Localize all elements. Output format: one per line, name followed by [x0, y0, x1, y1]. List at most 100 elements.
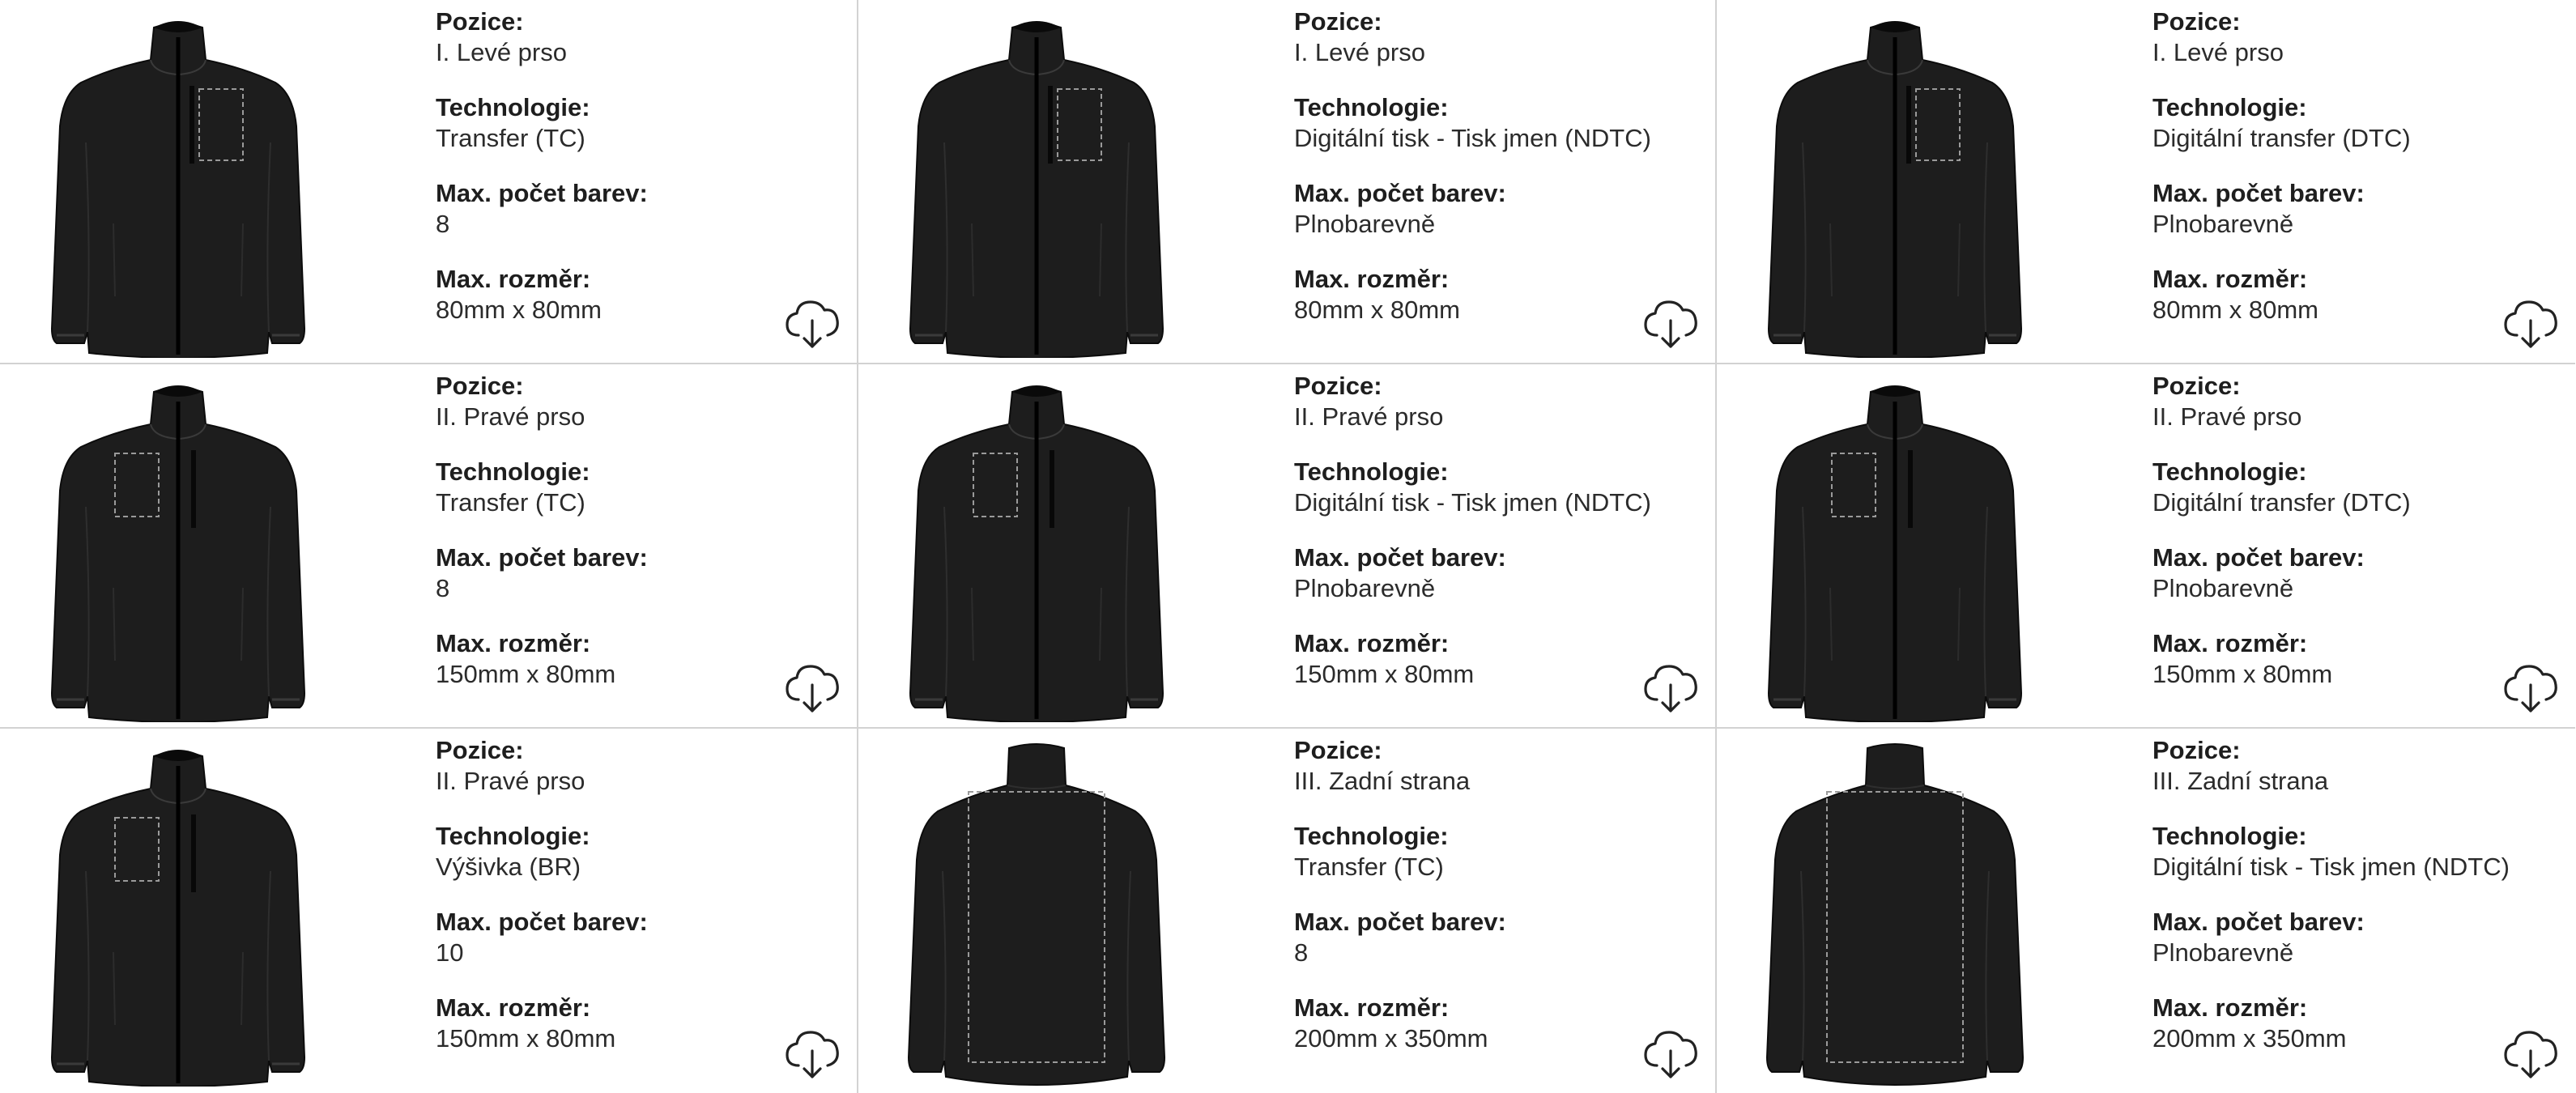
jacket-back-image [1765, 743, 2025, 1086]
colors-label: Max. počet barev: [1294, 179, 1506, 207]
position-value: II. Pravé prso [2152, 402, 2302, 431]
colors-label: Max. počet barev: [2152, 908, 2365, 936]
print-option-info: Pozice: II. Pravé prso Technologie: Výši… [436, 735, 841, 1054]
technology-label: Technologie: [1294, 822, 1449, 850]
size-value: 80mm x 80mm [2152, 296, 2318, 324]
jacket-front-image [50, 750, 306, 1087]
print-option-card: Pozice: II. Pravé prso Technologie: Digi… [858, 364, 1717, 729]
position-label: Pozice: [1294, 736, 1382, 764]
size-label: Max. rozměr: [1294, 265, 1450, 293]
colors-label: Max. počet barev: [436, 179, 648, 207]
print-option-card: Pozice: II. Pravé prso Technologie: Výši… [0, 729, 858, 1093]
print-option-info: Pozice: III. Zadní strana Technologie: D… [2152, 735, 2557, 1054]
print-option-info: Pozice: III. Zadní strana Technologie: T… [1294, 735, 1699, 1054]
technology-value: Výšivka (BR) [436, 853, 581, 881]
technology-label: Technologie: [2152, 822, 2307, 850]
technology-label: Technologie: [436, 457, 590, 486]
position-label: Pozice: [436, 7, 524, 36]
position-value: III. Zadní strana [1294, 767, 1471, 795]
position-value: I. Levé prso [436, 38, 567, 66]
size-value: 150mm x 80mm [436, 1024, 616, 1053]
colors-label: Max. počet barev: [1294, 543, 1506, 572]
colors-label: Max. počet barev: [2152, 179, 2365, 207]
position-value: I. Levé prso [2152, 38, 2284, 66]
technology-label: Technologie: [436, 93, 590, 121]
position-label: Pozice: [1294, 372, 1382, 400]
size-value: 80mm x 80mm [436, 296, 602, 324]
position-label: Pozice: [2152, 7, 2241, 36]
jacket-back-image [907, 743, 1166, 1086]
size-value: 150mm x 80mm [2152, 660, 2333, 688]
print-option-card: Pozice: III. Zadní strana Technologie: D… [1717, 729, 2575, 1093]
technology-value: Transfer (TC) [436, 124, 585, 152]
cloud-download-icon[interactable] [784, 295, 841, 351]
position-label: Pozice: [2152, 736, 2241, 764]
print-option-info: Pozice: II. Pravé prso Technologie: Tran… [436, 371, 841, 690]
colors-value: 8 [436, 210, 450, 238]
position-value: II. Pravé prso [1294, 402, 1444, 431]
colors-label: Max. počet barev: [436, 543, 648, 572]
position-value: III. Zadní strana [2152, 767, 2329, 795]
size-label: Max. rozměr: [436, 993, 591, 1022]
jacket-front-image [50, 21, 306, 358]
jacket-front-image [50, 385, 306, 722]
cloud-download-icon[interactable] [1642, 1025, 1699, 1082]
print-option-card: Pozice: I. Levé prso Technologie: Digitá… [1717, 0, 2575, 364]
technology-value: Digitální tisk - Tisk jmen (NDTC) [1294, 488, 1651, 517]
size-label: Max. rozměr: [2152, 993, 2308, 1022]
print-option-info: Pozice: I. Levé prso Technologie: Digitá… [1294, 6, 1699, 325]
cloud-download-icon[interactable] [2502, 659, 2559, 716]
technology-value: Digitální tisk - Tisk jmen (NDTC) [1294, 124, 1651, 152]
colors-label: Max. počet barev: [436, 908, 648, 936]
print-option-card: Pozice: I. Levé prso Technologie: Digitá… [858, 0, 1717, 364]
size-value: 150mm x 80mm [436, 660, 616, 688]
technology-label: Technologie: [436, 822, 590, 850]
cloud-download-icon[interactable] [784, 1025, 841, 1082]
size-value: 200mm x 350mm [2152, 1024, 2347, 1053]
position-value: II. Pravé prso [436, 402, 585, 431]
technology-label: Technologie: [2152, 93, 2307, 121]
technology-value: Digitální transfer (DTC) [2152, 124, 2411, 152]
size-value: 200mm x 350mm [1294, 1024, 1488, 1053]
colors-value: Plnobarevně [2152, 210, 2294, 238]
print-option-card: Pozice: II. Pravé prso Technologie: Digi… [1717, 364, 2575, 729]
print-options-grid: Pozice: I. Levé prso Technologie: Transf… [0, 0, 2576, 1093]
colors-value: Plnobarevně [2152, 938, 2294, 967]
cloud-download-icon[interactable] [1642, 659, 1699, 716]
colors-value: 10 [436, 938, 464, 967]
colors-value: 8 [1294, 938, 1309, 967]
jacket-front-image [1767, 385, 2023, 722]
technology-value: Transfer (TC) [1294, 853, 1444, 881]
technology-value: Transfer (TC) [436, 488, 585, 517]
size-label: Max. rozměr: [2152, 265, 2308, 293]
print-option-info: Pozice: II. Pravé prso Technologie: Digi… [1294, 371, 1699, 690]
position-value: I. Levé prso [1294, 38, 1425, 66]
position-label: Pozice: [2152, 372, 2241, 400]
cloud-download-icon[interactable] [2502, 295, 2559, 351]
size-value: 80mm x 80mm [1294, 296, 1460, 324]
position-value: II. Pravé prso [436, 767, 585, 795]
print-option-card: Pozice: I. Levé prso Technologie: Transf… [0, 0, 858, 364]
print-option-info: Pozice: II. Pravé prso Technologie: Digi… [2152, 371, 2557, 690]
colors-value: Plnobarevně [2152, 574, 2294, 602]
print-option-card: Pozice: III. Zadní strana Technologie: T… [858, 729, 1717, 1093]
size-label: Max. rozměr: [1294, 629, 1450, 657]
jacket-front-image [909, 385, 1165, 722]
technology-value: Digitální tisk - Tisk jmen (NDTC) [2152, 853, 2510, 881]
cloud-download-icon[interactable] [2502, 1025, 2559, 1082]
colors-label: Max. počet barev: [1294, 908, 1506, 936]
size-label: Max. rozměr: [436, 265, 591, 293]
technology-label: Technologie: [1294, 457, 1449, 486]
cloud-download-icon[interactable] [784, 659, 841, 716]
colors-value: 8 [436, 574, 450, 602]
position-label: Pozice: [436, 736, 524, 764]
jacket-front-image [1767, 21, 2023, 358]
technology-label: Technologie: [1294, 93, 1449, 121]
size-label: Max. rozměr: [2152, 629, 2308, 657]
print-option-card: Pozice: II. Pravé prso Technologie: Tran… [0, 364, 858, 729]
cloud-download-icon[interactable] [1642, 295, 1699, 351]
position-label: Pozice: [436, 372, 524, 400]
technology-value: Digitální transfer (DTC) [2152, 488, 2411, 517]
size-label: Max. rozměr: [436, 629, 591, 657]
size-label: Max. rozměr: [1294, 993, 1450, 1022]
